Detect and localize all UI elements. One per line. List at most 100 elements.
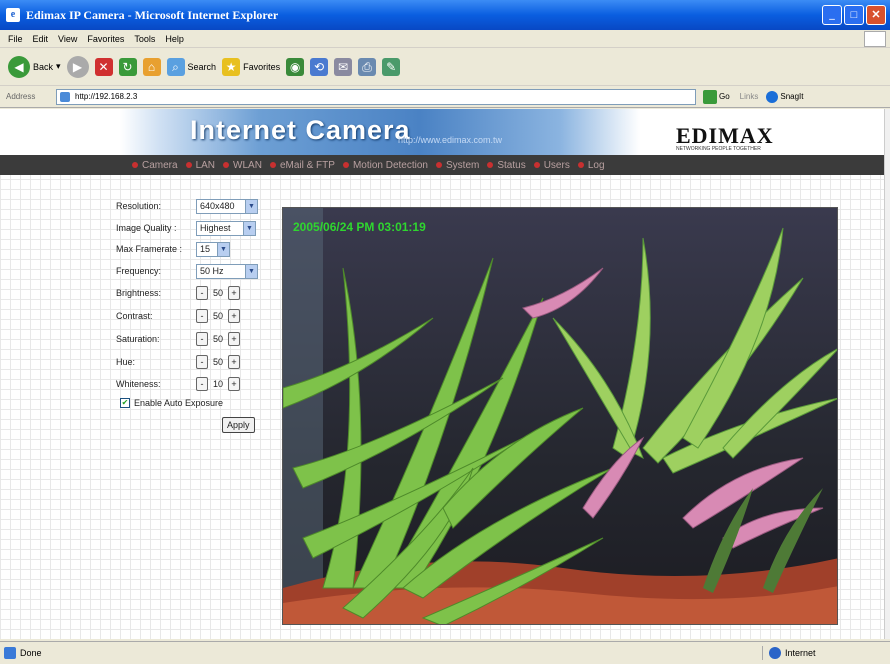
address-label: Address xyxy=(6,92,36,101)
max-framerate-label: Max Framerate : xyxy=(116,244,183,254)
globe-icon xyxy=(769,647,781,659)
page-content: Internet Camera http://www.edimax.com.tw… xyxy=(0,109,890,639)
whiteness-stepper: -10 + xyxy=(196,377,240,391)
snagit-button[interactable]: SnagIt xyxy=(766,90,804,103)
auto-exposure-label: Enable Auto Exposure xyxy=(134,398,224,408)
nav-email-ftp[interactable]: eMail & FTP xyxy=(270,160,335,171)
brightness-stepper: -50 + xyxy=(196,286,240,300)
brightness-decrease-button[interactable]: - xyxy=(196,286,208,300)
menu-bar: File Edit View Favorites Tools Help xyxy=(0,30,890,48)
nav-wlan[interactable]: WLAN xyxy=(223,160,262,171)
menu-favorites[interactable]: Favorites xyxy=(87,34,124,44)
main-nav: Camera LAN WLAN eMail & FTP Motion Detec… xyxy=(0,155,884,175)
banner-url: http://www.edimax.com.tw xyxy=(398,135,503,145)
nav-log[interactable]: Log xyxy=(578,160,605,171)
menu-help[interactable]: Help xyxy=(165,34,184,44)
forward-button[interactable]: ▶ xyxy=(66,55,89,78)
nav-users[interactable]: Users xyxy=(534,160,570,171)
nav-status[interactable]: Status xyxy=(487,160,525,171)
nav-camera[interactable]: Camera xyxy=(132,160,178,171)
menu-file[interactable]: File xyxy=(8,34,23,44)
camera-live-view: 2005/06/24 PM 03:01:19 xyxy=(282,207,838,625)
close-button[interactable]: ✕ xyxy=(866,5,886,25)
address-input[interactable]: http://192.168.2.3 xyxy=(56,88,696,105)
edimax-logo: EDIMAX NETWORKING PEOPLE TOGETHER xyxy=(676,123,774,152)
max-framerate-select[interactable]: 15 ▼ xyxy=(196,241,230,257)
back-button[interactable]: ◀ Back ▾ xyxy=(8,55,61,78)
windows-flag-icon xyxy=(864,31,886,47)
snagit-icon xyxy=(766,90,779,103)
media-icon[interactable]: ◉ xyxy=(286,57,305,76)
resolution-label: Resolution: xyxy=(116,201,162,211)
whiteness-decrease-button[interactable]: - xyxy=(196,377,208,391)
checkmark-icon: ✔ xyxy=(120,398,130,408)
apply-button[interactable]: Apply xyxy=(222,417,255,433)
page-banner: Internet Camera http://www.edimax.com.tw… xyxy=(0,109,890,155)
brightness-increase-button[interactable]: + xyxy=(228,286,240,300)
edit-icon[interactable]: ✎ xyxy=(382,57,401,76)
chevron-down-icon: ▼ xyxy=(243,221,255,235)
maximize-button[interactable]: □ xyxy=(844,5,864,25)
saturation-stepper: -50 + xyxy=(196,332,240,346)
print-icon[interactable]: ⎙ xyxy=(358,57,377,76)
toolbar: ◀ Back ▾ ▶ ✕ ↻ ⌂ ⌕ Search ★ Favorites ◉ ⟲ ✉… xyxy=(0,48,890,86)
ie-icon: e xyxy=(6,8,20,22)
contrast-stepper: -50 + xyxy=(196,309,240,323)
frequency-select[interactable]: 50 Hz ▼ xyxy=(196,263,258,279)
hue-increase-button[interactable]: + xyxy=(228,355,240,369)
go-button[interactable]: Go xyxy=(703,89,730,104)
contrast-increase-button[interactable]: + xyxy=(228,309,240,323)
menu-tools[interactable]: Tools xyxy=(134,34,155,44)
contrast-decrease-button[interactable]: - xyxy=(196,309,208,323)
hue-value: 50 xyxy=(212,357,223,367)
minimize-button[interactable]: _ xyxy=(822,5,842,25)
whiteness-label: Whiteness: xyxy=(116,379,161,389)
window-title: Edimax IP Camera - Microsoft Internet Ex… xyxy=(26,7,279,22)
address-bar: Address http://192.168.2.3 ▾ Go Links Sn… xyxy=(0,86,890,108)
auto-exposure-checkbox[interactable]: ✔ Enable Auto Exposure xyxy=(120,398,223,408)
chevron-down-icon: ▼ xyxy=(245,199,257,213)
saturation-value: 50 xyxy=(212,334,223,344)
stop-icon[interactable]: ✕ xyxy=(94,57,113,76)
window-titlebar: e Edimax IP Camera - Microsoft Internet … xyxy=(0,0,890,30)
search-button[interactable]: ⌕ Search xyxy=(166,57,216,76)
brightness-label: Brightness: xyxy=(116,288,162,298)
contrast-label: Contrast: xyxy=(116,311,153,321)
whiteness-increase-button[interactable]: + xyxy=(228,377,240,391)
saturation-label: Saturation: xyxy=(116,334,160,344)
vertical-scrollbar[interactable] xyxy=(884,109,890,639)
security-zone: Internet xyxy=(762,646,816,660)
nav-lan[interactable]: LAN xyxy=(186,160,215,171)
hue-stepper: -50 + xyxy=(196,355,240,369)
resolution-select[interactable]: 640x480 ▼ xyxy=(196,198,258,214)
refresh-icon[interactable]: ↻ xyxy=(118,57,137,76)
home-icon[interactable]: ⌂ xyxy=(142,57,161,76)
brightness-value: 50 xyxy=(212,288,223,298)
mail-icon[interactable]: ✉ xyxy=(334,57,353,76)
saturation-decrease-button[interactable]: - xyxy=(196,332,208,346)
forward-arrow-icon: ▶ xyxy=(66,55,89,78)
hue-decrease-button[interactable]: - xyxy=(196,355,208,369)
menu-view[interactable]: View xyxy=(58,34,77,44)
page-done-icon xyxy=(4,647,16,659)
search-icon: ⌕ xyxy=(166,57,185,76)
history-icon[interactable]: ⟲ xyxy=(310,57,329,76)
links-button[interactable]: Links xyxy=(740,92,759,101)
frequency-label: Frequency: xyxy=(116,266,162,276)
saturation-increase-button[interactable]: + xyxy=(228,332,240,346)
video-timestamp: 2005/06/24 PM 03:01:19 xyxy=(293,220,426,234)
menu-edit[interactable]: Edit xyxy=(33,34,49,44)
nav-system[interactable]: System xyxy=(436,160,479,171)
status-text: Done xyxy=(20,648,42,658)
banner-title: Internet Camera xyxy=(190,115,411,145)
nav-motion-detection[interactable]: Motion Detection xyxy=(343,160,428,171)
image-quality-select[interactable]: Highest ▼ xyxy=(196,220,256,236)
favorites-button[interactable]: ★ Favorites xyxy=(222,57,280,76)
chevron-down-icon: ▼ xyxy=(217,242,229,256)
status-bar: Done Internet xyxy=(0,641,890,664)
contrast-value: 50 xyxy=(212,311,223,321)
back-arrow-icon: ◀ xyxy=(8,55,30,78)
star-icon: ★ xyxy=(222,57,241,76)
whiteness-value: 10 xyxy=(212,379,223,389)
go-arrow-icon xyxy=(703,89,717,104)
